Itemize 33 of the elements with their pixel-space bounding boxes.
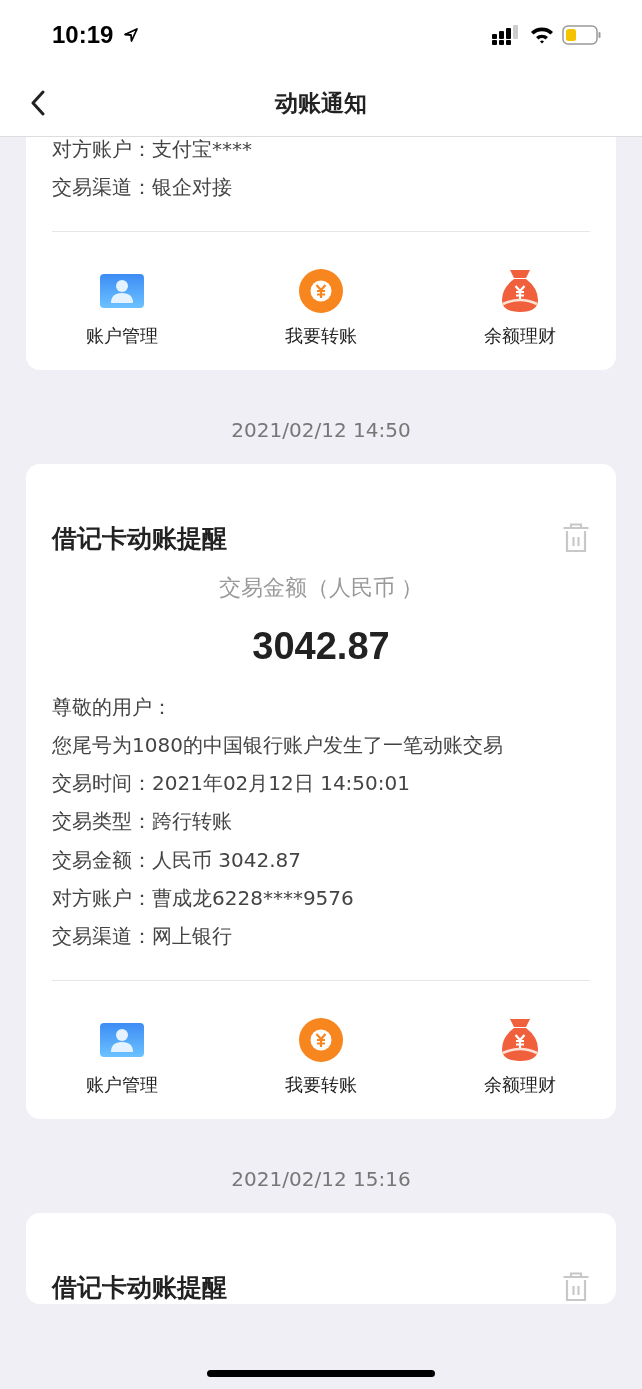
action-label[interactable]: 账户管理 — [86, 323, 158, 348]
battery-icon — [562, 25, 602, 45]
money-bag-icon[interactable] — [500, 1016, 540, 1063]
detail-line: 交易渠道：银企对接 — [52, 174, 233, 202]
notice-title: 借记卡动账提醒 — [52, 1271, 227, 1304]
notice-title: 借记卡动账提醒 — [52, 522, 227, 555]
action-label[interactable]: 我要转账 — [285, 1072, 357, 1097]
action-label[interactable]: 我要转账 — [285, 323, 357, 348]
status-time: 10:19 — [52, 21, 114, 49]
yen-coin-icon[interactable] — [298, 1016, 344, 1063]
action-label[interactable]: 账户管理 — [86, 1072, 158, 1097]
detail-line: 交易金额：人民币 3042.87 — [52, 846, 303, 874]
trash-icon[interactable] — [562, 1272, 590, 1303]
trash-icon[interactable] — [562, 523, 590, 554]
action-label[interactable]: 余额理财 — [484, 1072, 556, 1097]
notice-date: 2021/02/12 15:16 — [230, 1165, 412, 1193]
notice-date: 2021/02/12 14:50 — [230, 416, 412, 444]
money-bag-icon[interactable] — [500, 267, 540, 314]
back-icon[interactable] — [30, 90, 46, 116]
amount-value: 3042.87 — [251, 624, 391, 668]
detail-line: 交易时间：2021年02月12日 14:50:01 — [52, 770, 411, 798]
action-label[interactable]: 余额理财 — [484, 323, 556, 348]
amount-caption: 交易金额（人民币 ） — [217, 573, 425, 602]
page-title: 动账通知 — [275, 88, 367, 118]
detail-line: 交易类型：跨行转账 — [52, 808, 233, 836]
detail-line: 您尾号为1080的中国银行账户发生了一笔动账交易 — [52, 731, 504, 759]
detail-line: 交易渠道：网上银行 — [52, 923, 233, 951]
wifi-icon — [530, 26, 554, 44]
yen-coin-icon[interactable] — [298, 267, 344, 314]
location-arrow-icon — [123, 27, 140, 43]
detail-line: 对方账户：曹成龙6228****9576 — [52, 885, 355, 913]
detail-line: 尊敬的用户： — [52, 693, 173, 721]
detail-line: 对方账户：支付宝**** — [52, 136, 253, 163]
